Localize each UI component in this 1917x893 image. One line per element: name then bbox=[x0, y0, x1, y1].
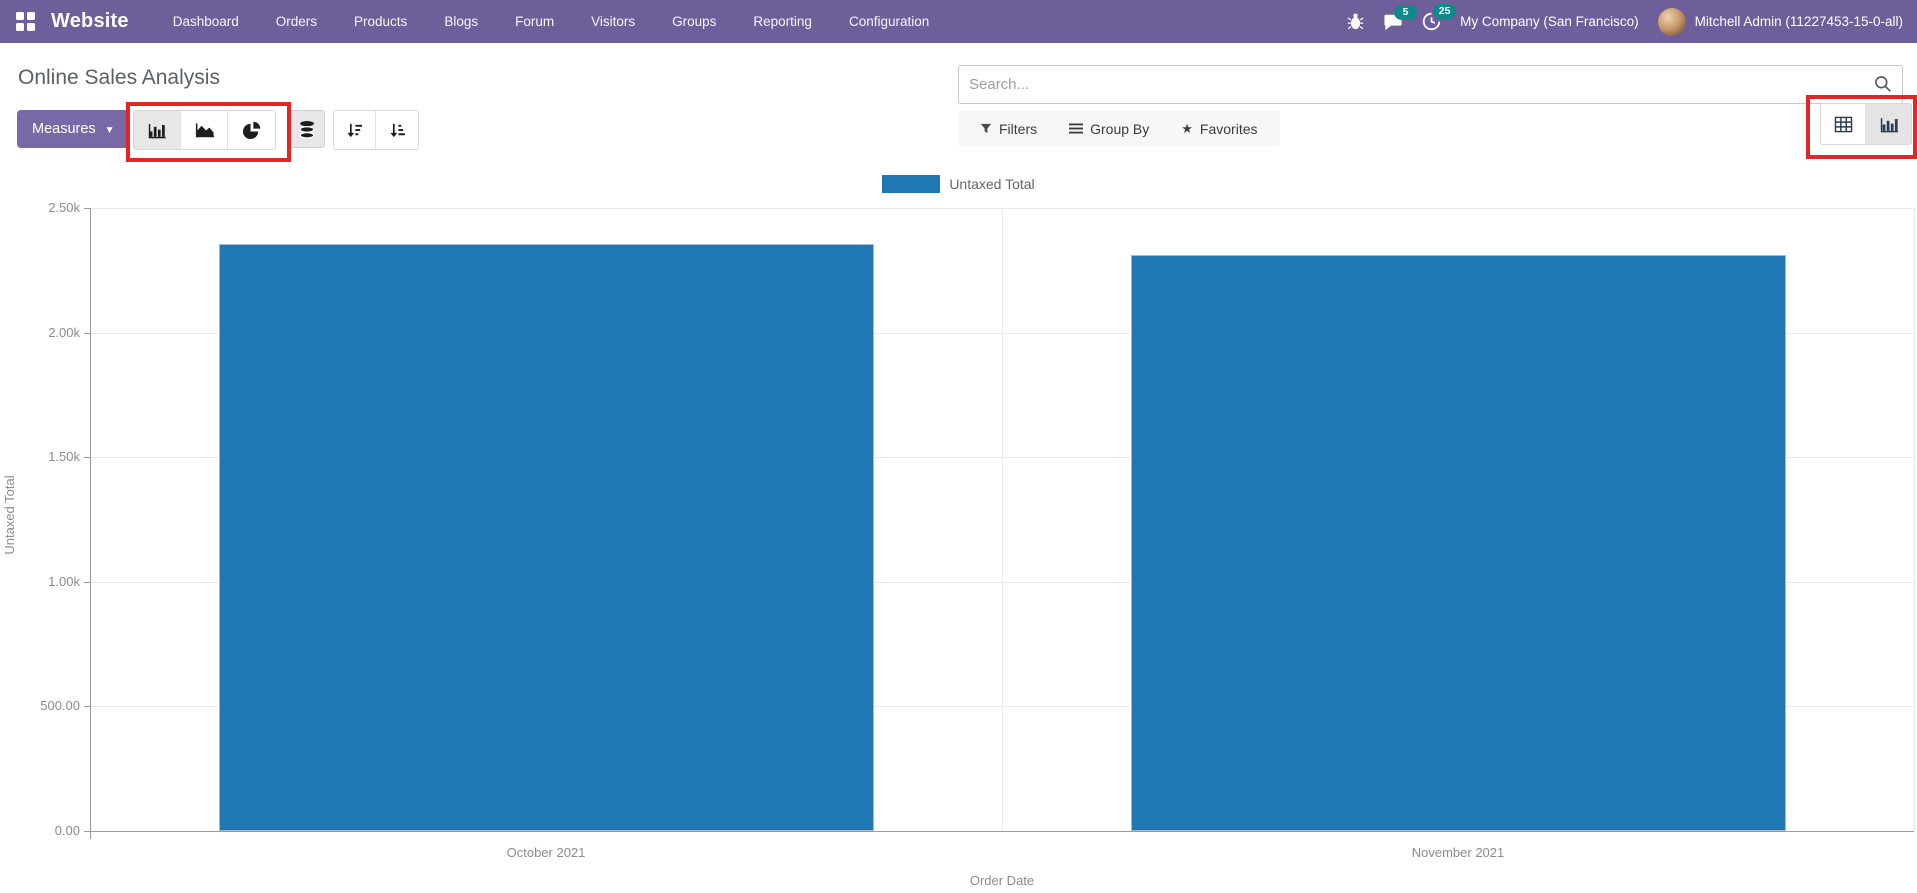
x-axis-title: Order Date bbox=[892, 873, 1112, 888]
nav-menu: Dashboard Orders Products Blogs Forum Visitor… bbox=[173, 14, 930, 29]
gridline-vertical bbox=[1002, 208, 1003, 831]
group-by-label: Group By bbox=[1090, 121, 1149, 137]
chart-type-group bbox=[133, 110, 276, 150]
stacked-toggle-button[interactable] bbox=[288, 110, 325, 148]
pivot-view-button[interactable] bbox=[1821, 104, 1866, 144]
y-tick-label: 1.50k bbox=[0, 449, 80, 464]
star-icon: ★ bbox=[1181, 122, 1193, 135]
search-icon[interactable] bbox=[1874, 75, 1892, 98]
activities-icon[interactable]: 25 bbox=[1422, 12, 1441, 31]
top-navbar: Website Dashboard Orders Products Blogs Foru… bbox=[0, 0, 1917, 43]
activities-badge: 25 bbox=[1433, 4, 1456, 19]
sort-group bbox=[333, 110, 419, 150]
bar-october-2021[interactable] bbox=[219, 244, 874, 831]
filter-strip: Filters Group By ★ Favorites bbox=[958, 111, 1280, 146]
messages-icon[interactable]: 5 bbox=[1383, 13, 1403, 31]
search-input[interactable] bbox=[958, 65, 1903, 104]
company-switcher[interactable]: My Company (San Francisco) bbox=[1460, 14, 1639, 29]
chevron-down-icon: ▼ bbox=[105, 125, 115, 136]
graph-view-button[interactable] bbox=[1866, 104, 1911, 144]
search-bar bbox=[958, 65, 1903, 104]
sort-ascending-button[interactable] bbox=[376, 111, 418, 149]
user-menu[interactable]: Mitchell Admin (11227453-15-0-all) bbox=[1658, 8, 1903, 36]
bar-november-2021[interactable] bbox=[1131, 255, 1786, 831]
odoo-website-app: Website Dashboard Orders Products Blogs Foru… bbox=[0, 0, 1917, 893]
y-tick-label: 1.00k bbox=[0, 574, 80, 589]
measures-button[interactable]: Measures ▼ bbox=[17, 110, 130, 148]
view-switcher bbox=[1820, 103, 1912, 145]
filter-funnel-icon bbox=[980, 123, 992, 135]
y-tick-label: 2.00k bbox=[0, 325, 80, 340]
app-brand[interactable]: Website bbox=[51, 10, 129, 33]
filters-label: Filters bbox=[999, 121, 1037, 137]
group-by-menu[interactable]: Group By bbox=[1069, 121, 1149, 137]
bug-icon[interactable] bbox=[1347, 12, 1364, 31]
legend-swatch bbox=[882, 175, 940, 193]
nav-item-forum[interactable]: Forum bbox=[515, 14, 554, 29]
nav-item-visitors[interactable]: Visitors bbox=[591, 14, 635, 29]
pie-chart-button[interactable] bbox=[228, 111, 275, 149]
gridline-vertical bbox=[1914, 208, 1915, 831]
user-name: Mitchell Admin (11227453-15-0-all) bbox=[1695, 14, 1903, 29]
nav-item-products[interactable]: Products bbox=[354, 14, 407, 29]
nav-item-dashboard[interactable]: Dashboard bbox=[173, 14, 239, 29]
y-tick-label: 2.50k bbox=[0, 200, 80, 215]
sort-descending-button[interactable] bbox=[334, 111, 376, 149]
x-axis-line bbox=[90, 831, 1914, 832]
filters-menu[interactable]: Filters bbox=[980, 121, 1037, 137]
messages-badge: 5 bbox=[1394, 5, 1417, 20]
y-axis-line bbox=[90, 208, 91, 839]
y-tick-label: 500.00 bbox=[0, 698, 80, 713]
nav-item-blogs[interactable]: Blogs bbox=[444, 14, 478, 29]
nav-item-groups[interactable]: Groups bbox=[672, 14, 716, 29]
chart-legend[interactable]: Untaxed Total bbox=[0, 175, 1917, 193]
nav-item-orders[interactable]: Orders bbox=[276, 14, 317, 29]
favorites-menu[interactable]: ★ Favorites bbox=[1181, 121, 1257, 137]
measures-label: Measures bbox=[32, 121, 96, 137]
navbar-right: 5 25 My Company (San Francisco) Mitchell… bbox=[1347, 8, 1903, 36]
y-tick-label: 0.00 bbox=[0, 823, 80, 838]
x-tick-label-november-2021: November 2021 bbox=[1348, 845, 1568, 860]
page-title: Online Sales Analysis bbox=[18, 66, 220, 90]
bar-chart-button[interactable] bbox=[134, 111, 181, 149]
avatar[interactable] bbox=[1658, 8, 1686, 36]
x-tick-label-october-2021: October 2021 bbox=[436, 845, 656, 860]
line-chart-button[interactable] bbox=[181, 111, 228, 149]
nav-item-reporting[interactable]: Reporting bbox=[753, 14, 812, 29]
apps-grid-icon[interactable] bbox=[16, 12, 35, 31]
nav-item-configuration[interactable]: Configuration bbox=[849, 14, 929, 29]
favorites-label: Favorites bbox=[1200, 121, 1258, 137]
group-by-icon bbox=[1069, 123, 1083, 134]
legend-label: Untaxed Total bbox=[949, 176, 1034, 192]
